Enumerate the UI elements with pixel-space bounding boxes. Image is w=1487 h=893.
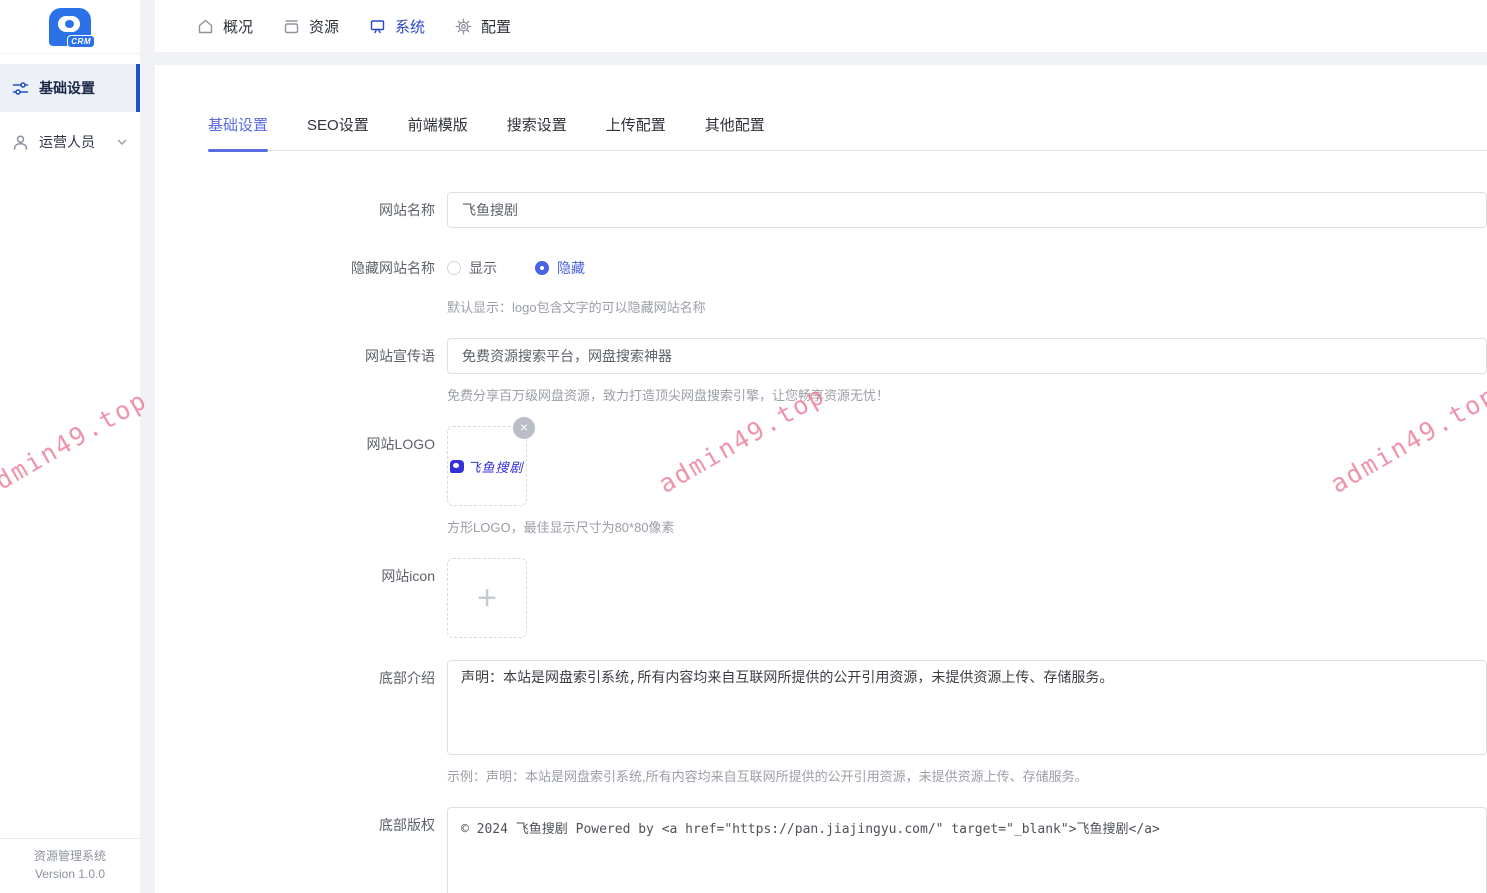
slogan-label: 网站宣传语 xyxy=(208,338,447,404)
plus-icon: + xyxy=(477,581,497,615)
hide-site-name-label: 隐藏网站名称 xyxy=(208,250,447,316)
site-logo-help: 方形LOGO，最佳显示尺寸为80*80像素 xyxy=(447,517,1487,536)
chevron-down-icon xyxy=(116,136,128,148)
home-icon xyxy=(197,18,214,35)
footer-copyright-label: 底部版权 xyxy=(208,807,447,893)
form-row-hide-site-name: 隐藏网站名称 显示 隐藏 默认显示：logo包含文字的可以隐藏网站名称 xyxy=(208,250,1487,316)
sidebar-item-label: 基础设置 xyxy=(39,78,95,98)
monitor-icon xyxy=(369,18,386,35)
radio-circle-icon xyxy=(447,261,461,275)
nav-item-label: 配置 xyxy=(481,16,511,37)
nav-item-config[interactable]: 配置 xyxy=(455,16,511,37)
footer-intro-label: 底部介绍 xyxy=(208,660,447,785)
site-name-label: 网站名称 xyxy=(208,192,447,228)
radio-show[interactable]: 显示 xyxy=(447,258,497,278)
sidebar-item-operators[interactable]: 运营人员 xyxy=(0,118,140,166)
settings-tabs: 基础设置 SEO设置 前端模版 搜索设置 上传配置 其他配置 xyxy=(208,65,1487,151)
sidebar-footer: 资源管理系统 Version 1.0.0 xyxy=(0,838,140,893)
tab-basic-settings[interactable]: 基础设置 xyxy=(208,114,268,150)
version-label: Version 1.0.0 xyxy=(4,866,136,883)
logo-badge: CRM xyxy=(67,35,95,48)
slogan-input[interactable] xyxy=(447,338,1487,374)
top-navigation: 概况 资源 系统 xyxy=(155,0,1487,52)
tab-seo-settings[interactable]: SEO设置 xyxy=(307,114,369,150)
site-logo-label: 网站LOGO xyxy=(208,426,447,536)
nav-item-label: 概况 xyxy=(223,16,253,37)
tab-upload-config[interactable]: 上传配置 xyxy=(606,114,666,150)
hide-site-name-help: 默认显示：logo包含文字的可以隐藏网站名称 xyxy=(447,297,1487,316)
logo-preview-icon xyxy=(450,460,464,473)
site-icon-label: 网站icon xyxy=(208,558,447,638)
sidebar-menu: 基础设置 运营人员 xyxy=(0,64,140,166)
logo-preview-text: 飞鱼搜剧 xyxy=(467,457,523,476)
settings-panel: 基础设置 SEO设置 前端模版 搜索设置 上传配置 其他配置 网站名称 隐藏网站… xyxy=(155,65,1487,893)
box-icon xyxy=(283,18,300,35)
form-row-site-logo: 网站LOGO × 飞鱼搜剧 方形LOGO，最佳显示尺寸为80*80像素 xyxy=(208,426,1487,536)
logo-upload-box[interactable]: × 飞鱼搜剧 xyxy=(447,426,527,506)
app-logo: CRM xyxy=(0,0,140,54)
sidebar-item-basic-settings[interactable]: 基础设置 xyxy=(0,64,140,112)
gear-icon xyxy=(455,18,472,35)
logo-preview: 飞鱼搜剧 xyxy=(450,457,523,476)
footer-intro-textarea[interactable]: 声明：本站是网盘索引系统,所有内容均来自互联网所提供的公开引用资源，未提供资源上… xyxy=(447,660,1487,755)
hide-site-name-radio-group: 显示 隐藏 xyxy=(447,250,1487,286)
icon-upload-box[interactable]: + xyxy=(447,558,527,638)
basic-settings-form: 网站名称 隐藏网站名称 显示 隐藏 xyxy=(208,151,1487,893)
nav-item-system[interactable]: 系统 xyxy=(369,16,425,37)
form-row-footer-intro: 底部介绍 声明：本站是网盘索引系统,所有内容均来自互联网所提供的公开引用资源，未… xyxy=(208,660,1487,785)
form-row-site-name: 网站名称 xyxy=(208,192,1487,228)
nav-item-resources[interactable]: 资源 xyxy=(283,16,339,37)
nav-item-overview[interactable]: 概况 xyxy=(197,16,253,37)
tab-frontend-template[interactable]: 前端模版 xyxy=(408,114,468,150)
tab-search-settings[interactable]: 搜索设置 xyxy=(507,114,567,150)
crm-logo-icon: CRM xyxy=(49,8,91,46)
footer-intro-help: 示例：声明：本站是网盘索引系统,所有内容均来自互联网所提供的公开引用资源，未提供… xyxy=(447,766,1487,785)
form-row-footer-copyright: 底部版权 © 2024 飞鱼搜剧 Powered by <a href="htt… xyxy=(208,807,1487,893)
sliders-icon xyxy=(12,80,29,97)
sidebar-item-label: 运营人员 xyxy=(39,132,95,152)
remove-logo-button[interactable]: × xyxy=(513,417,535,439)
nav-item-label: 系统 xyxy=(395,16,425,37)
radio-circle-icon xyxy=(535,261,549,275)
footer-copyright-textarea[interactable]: © 2024 飞鱼搜剧 Powered by <a href="https://… xyxy=(447,807,1487,893)
system-name: 资源管理系统 xyxy=(4,848,136,865)
tab-other-config[interactable]: 其他配置 xyxy=(705,114,765,150)
sidebar: CRM 基础设置 运营人员 xyxy=(0,0,140,893)
form-row-site-icon: 网站icon + xyxy=(208,558,1487,638)
site-name-input[interactable] xyxy=(447,192,1487,228)
nav-item-label: 资源 xyxy=(309,16,339,37)
slogan-help: 免费分享百万级网盘资源，致力打造顶尖网盘搜索引擎，让您畅享资源无忧！ xyxy=(447,385,1487,404)
user-icon xyxy=(12,134,29,151)
radio-hide[interactable]: 隐藏 xyxy=(535,258,585,278)
form-row-slogan: 网站宣传语 免费分享百万级网盘资源，致力打造顶尖网盘搜索引擎，让您畅享资源无忧！ xyxy=(208,338,1487,404)
